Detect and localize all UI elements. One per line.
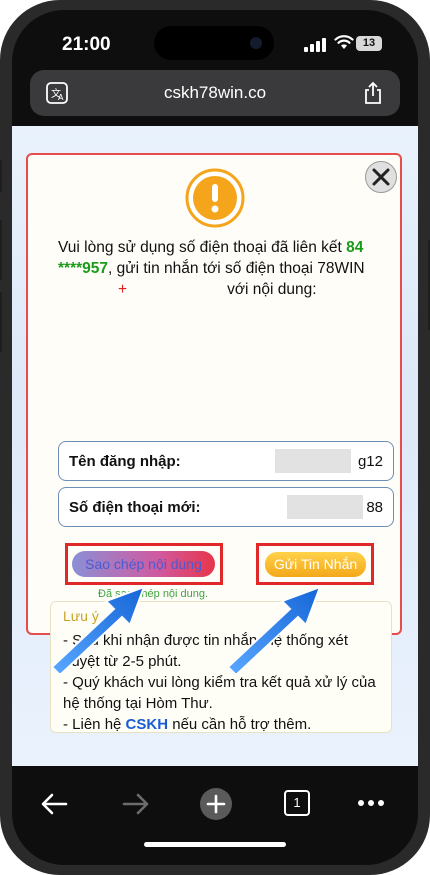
- close-button[interactable]: [365, 161, 397, 193]
- send-message-button[interactable]: Gửi Tin Nhắn: [265, 552, 366, 577]
- username-label: Tên đăng nhập:: [69, 453, 181, 470]
- tabs-button[interactable]: 1: [284, 790, 310, 816]
- volume-down-button: [0, 292, 2, 352]
- phone-field[interactable]: Số điện thoại mới: 88: [58, 487, 394, 527]
- action-button: [0, 160, 2, 192]
- username-value: g12: [357, 453, 383, 470]
- send-highlight: Gửi Tin Nhắn: [256, 543, 374, 585]
- cskh-link[interactable]: CSKH: [126, 716, 169, 733]
- back-icon[interactable]: [40, 792, 68, 816]
- wifi-icon: [334, 35, 354, 49]
- redaction-block: [287, 495, 363, 519]
- phone-frame: 21:00 13 文 A cskh78win.co Vui lòng sử dụ…: [0, 0, 430, 875]
- note-line: - Quý khách vui lòng kiểm tra kết quả xử…: [63, 674, 376, 712]
- more-icon[interactable]: [358, 800, 384, 806]
- arrow-icon: [226, 585, 322, 673]
- screen: 21:00 13 文 A cskh78win.co Vui lòng sử dụ…: [12, 10, 418, 865]
- forward-icon[interactable]: [122, 792, 150, 816]
- camera-icon: [250, 37, 262, 49]
- close-icon[interactable]: [366, 162, 396, 192]
- redaction-block: [275, 449, 351, 473]
- phone-value: 88: [366, 499, 383, 516]
- url-text[interactable]: cskh78win.co: [30, 83, 400, 103]
- dynamic-island: [154, 26, 274, 60]
- plus-icon[interactable]: [200, 788, 232, 820]
- note-line: - Liên hệ CSKH nếu cần hỗ trợ thêm.: [63, 716, 312, 733]
- share-icon[interactable]: [362, 81, 384, 105]
- dialog-message: Vui lòng sử dụng số điện thoại đã liên k…: [58, 239, 365, 298]
- plus-sign: +: [118, 281, 128, 298]
- browser-toolbar: 1: [12, 770, 418, 865]
- copy-content-button[interactable]: Sao chép nội dung: [72, 551, 215, 577]
- volume-up-button: [0, 220, 2, 280]
- warning-icon: [185, 168, 245, 228]
- phone-label: Số điện thoại mới:: [69, 499, 201, 516]
- sms-verification-dialog: Vui lòng sử dụng số điện thoại đã liên k…: [26, 153, 402, 733]
- status-time: 21:00: [62, 34, 111, 55]
- arrow-icon: [50, 585, 146, 673]
- home-indicator: [144, 842, 286, 847]
- username-field[interactable]: Tên đăng nhập: g12: [58, 441, 394, 481]
- signal-icon: [304, 38, 330, 52]
- status-bar: 21:00 13: [12, 10, 418, 64]
- battery-indicator: 13: [356, 36, 382, 51]
- copy-highlight: Sao chép nội dung: [65, 543, 223, 585]
- address-bar[interactable]: 文 A cskh78win.co: [30, 70, 400, 116]
- new-tab-button[interactable]: [200, 788, 232, 820]
